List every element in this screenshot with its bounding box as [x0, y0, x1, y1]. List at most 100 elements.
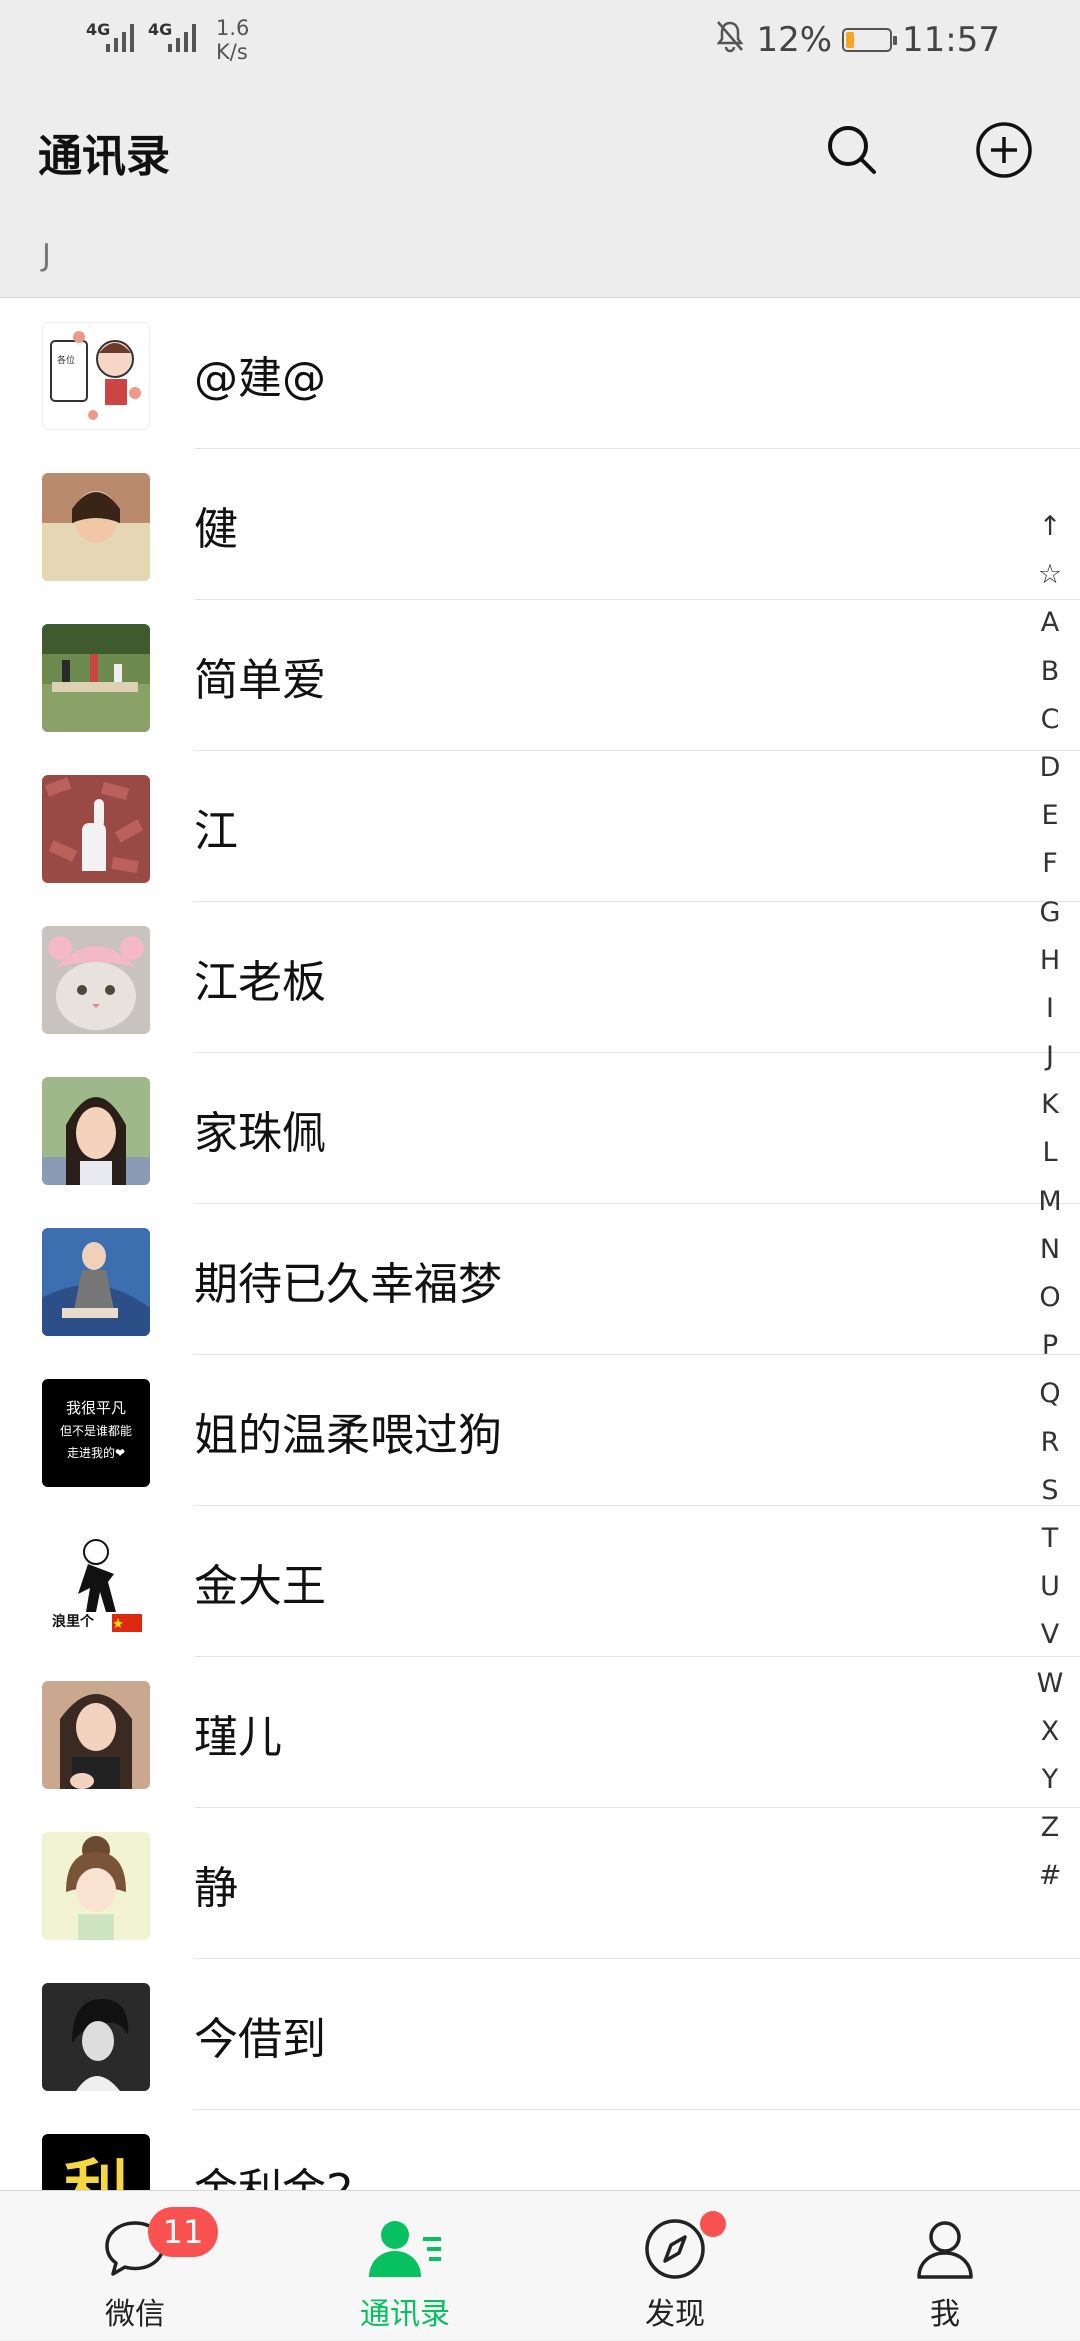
avatar: 浪里个: [42, 1530, 150, 1638]
contact-name: 健: [194, 504, 238, 555]
notification-dot: [700, 2211, 726, 2237]
avatar: [42, 1681, 150, 1789]
network-speed: 1.6 K/s: [216, 16, 250, 64]
index-letter[interactable]: E: [1030, 792, 1070, 840]
index-letter[interactable]: ☆: [1030, 551, 1070, 599]
index-letter[interactable]: R: [1030, 1419, 1070, 1467]
avatar: 各位: [42, 322, 150, 430]
person-icon: [905, 2213, 985, 2285]
page-title: 通讯录: [38, 131, 170, 182]
contact-name: 静: [194, 1863, 238, 1914]
index-letter[interactable]: Z: [1030, 1804, 1070, 1852]
avatar-text: 浪里个: [52, 1613, 95, 1630]
section-header: J: [0, 220, 1080, 298]
tab-discover[interactable]: 发现: [540, 2191, 810, 2341]
contact-row[interactable]: 浪里个 金大王: [0, 1506, 1080, 1657]
contact-name: 瑾儿: [194, 1712, 282, 1763]
avatar: 利: [42, 2134, 150, 2190]
contact-name: 今借到: [194, 2014, 326, 2065]
contact-name: 金大王: [194, 1561, 326, 1612]
tab-label: 微信: [105, 2297, 165, 2332]
index-letter[interactable]: X: [1030, 1708, 1070, 1756]
index-letter[interactable]: Y: [1030, 1756, 1070, 1804]
index-letter[interactable]: F: [1030, 840, 1070, 888]
index-letter[interactable]: P: [1030, 1322, 1070, 1370]
contact-row[interactable]: 期待已久幸福梦: [0, 1204, 1080, 1355]
index-letter[interactable]: H: [1030, 937, 1070, 985]
section-letter: J: [42, 238, 51, 273]
bottom-tab-bar: 11 微信 通讯录 发现 我: [0, 2190, 1080, 2340]
tab-label: 发现: [645, 2297, 705, 2332]
contact-row[interactable]: 江老板: [0, 902, 1080, 1053]
index-letter[interactable]: Q: [1030, 1370, 1070, 1418]
plus-circle-icon: [976, 122, 1032, 178]
mute-bell-icon: [714, 19, 746, 62]
index-letter[interactable]: L: [1030, 1129, 1070, 1177]
add-button[interactable]: [968, 114, 1040, 186]
index-letter[interactable]: D: [1030, 744, 1070, 792]
contact-name: 江: [194, 806, 238, 857]
contact-row[interactable]: 瑾儿: [0, 1657, 1080, 1808]
unread-badge: 11: [148, 2207, 218, 2257]
index-letter[interactable]: T: [1030, 1515, 1070, 1563]
contact-list[interactable]: 各位 @建@ 健 简单爱 江 江老板 家珠佩 期待已久幸福梦 我很平凡 但不是谁…: [0, 298, 1080, 2190]
avatar-text: 我很平凡: [66, 1399, 126, 1417]
index-letter[interactable]: K: [1030, 1081, 1070, 1129]
tab-chats[interactable]: 11 微信: [0, 2191, 270, 2341]
contact-row[interactable]: 健: [0, 449, 1080, 600]
index-letter[interactable]: W: [1030, 1660, 1070, 1708]
tab-label: 我: [930, 2297, 960, 2332]
alphabet-index-bar[interactable]: ↑ ☆ A B C D E F G H I J K L M N O P Q R S T U V W X Y Z #: [1030, 503, 1070, 1900]
signal-icon-2: [166, 22, 202, 54]
index-letter[interactable]: V: [1030, 1611, 1070, 1659]
signal-icon-1: [104, 22, 140, 54]
clock: 11:57: [902, 20, 1000, 60]
search-button[interactable]: [816, 114, 888, 186]
avatar: [42, 1228, 150, 1336]
avatar: [42, 926, 150, 1034]
index-letter[interactable]: ↑: [1030, 503, 1070, 551]
avatar: [42, 1077, 150, 1185]
contact-row[interactable]: 家珠佩: [0, 1053, 1080, 1204]
tab-me[interactable]: 我: [810, 2191, 1080, 2341]
index-letter[interactable]: A: [1030, 599, 1070, 647]
index-letter[interactable]: U: [1030, 1563, 1070, 1611]
search-icon: [828, 126, 876, 174]
battery-icon: [842, 28, 898, 52]
index-letter[interactable]: S: [1030, 1467, 1070, 1515]
tab-contacts[interactable]: 通讯录: [270, 2191, 540, 2341]
contacts-icon: [365, 2213, 445, 2285]
avatar: [42, 775, 150, 883]
tab-label: 通讯录: [360, 2297, 450, 2332]
contact-row[interactable]: 我很平凡 但不是谁都能 走进我的❤ 姐的温柔喂过狗: [0, 1355, 1080, 1506]
avatar: [42, 1832, 150, 1940]
avatar-text: 各位: [57, 354, 75, 366]
contact-name: 姐的温柔喂过狗: [194, 1410, 502, 1461]
app-header: 通讯录: [0, 80, 1080, 220]
index-letter[interactable]: I: [1030, 985, 1070, 1033]
contact-name: 期待已久幸福梦: [194, 1259, 502, 1310]
contact-name: @建@: [194, 353, 326, 404]
index-letter[interactable]: O: [1030, 1274, 1070, 1322]
contact-name: 家珠佩: [194, 1108, 326, 1159]
contact-row[interactable]: 静: [0, 1808, 1080, 1959]
contact-name: 金利金2: [194, 2154, 354, 2190]
contact-row[interactable]: 各位 @建@: [0, 298, 1080, 449]
status-bar: 4G 4G 1.6 K/s 12% 11:57: [0, 0, 1080, 80]
index-letter[interactable]: N: [1030, 1226, 1070, 1274]
index-letter[interactable]: J: [1030, 1033, 1070, 1081]
index-letter[interactable]: B: [1030, 648, 1070, 696]
status-right: 12% 11:57: [714, 20, 1000, 60]
contact-row[interactable]: 今借到: [0, 1959, 1080, 2110]
contact-row[interactable]: 简单爱: [0, 600, 1080, 751]
battery-percent: 12%: [756, 20, 833, 60]
index-letter[interactable]: G: [1030, 889, 1070, 937]
avatar: [42, 624, 150, 732]
index-letter[interactable]: #: [1030, 1852, 1070, 1900]
index-letter[interactable]: M: [1030, 1178, 1070, 1226]
avatar-text: 利: [64, 2154, 128, 2190]
contact-row[interactable]: 利 金利金2: [0, 2110, 1080, 2190]
avatar: [42, 473, 150, 581]
contact-row[interactable]: 江: [0, 751, 1080, 902]
index-letter[interactable]: C: [1030, 696, 1070, 744]
